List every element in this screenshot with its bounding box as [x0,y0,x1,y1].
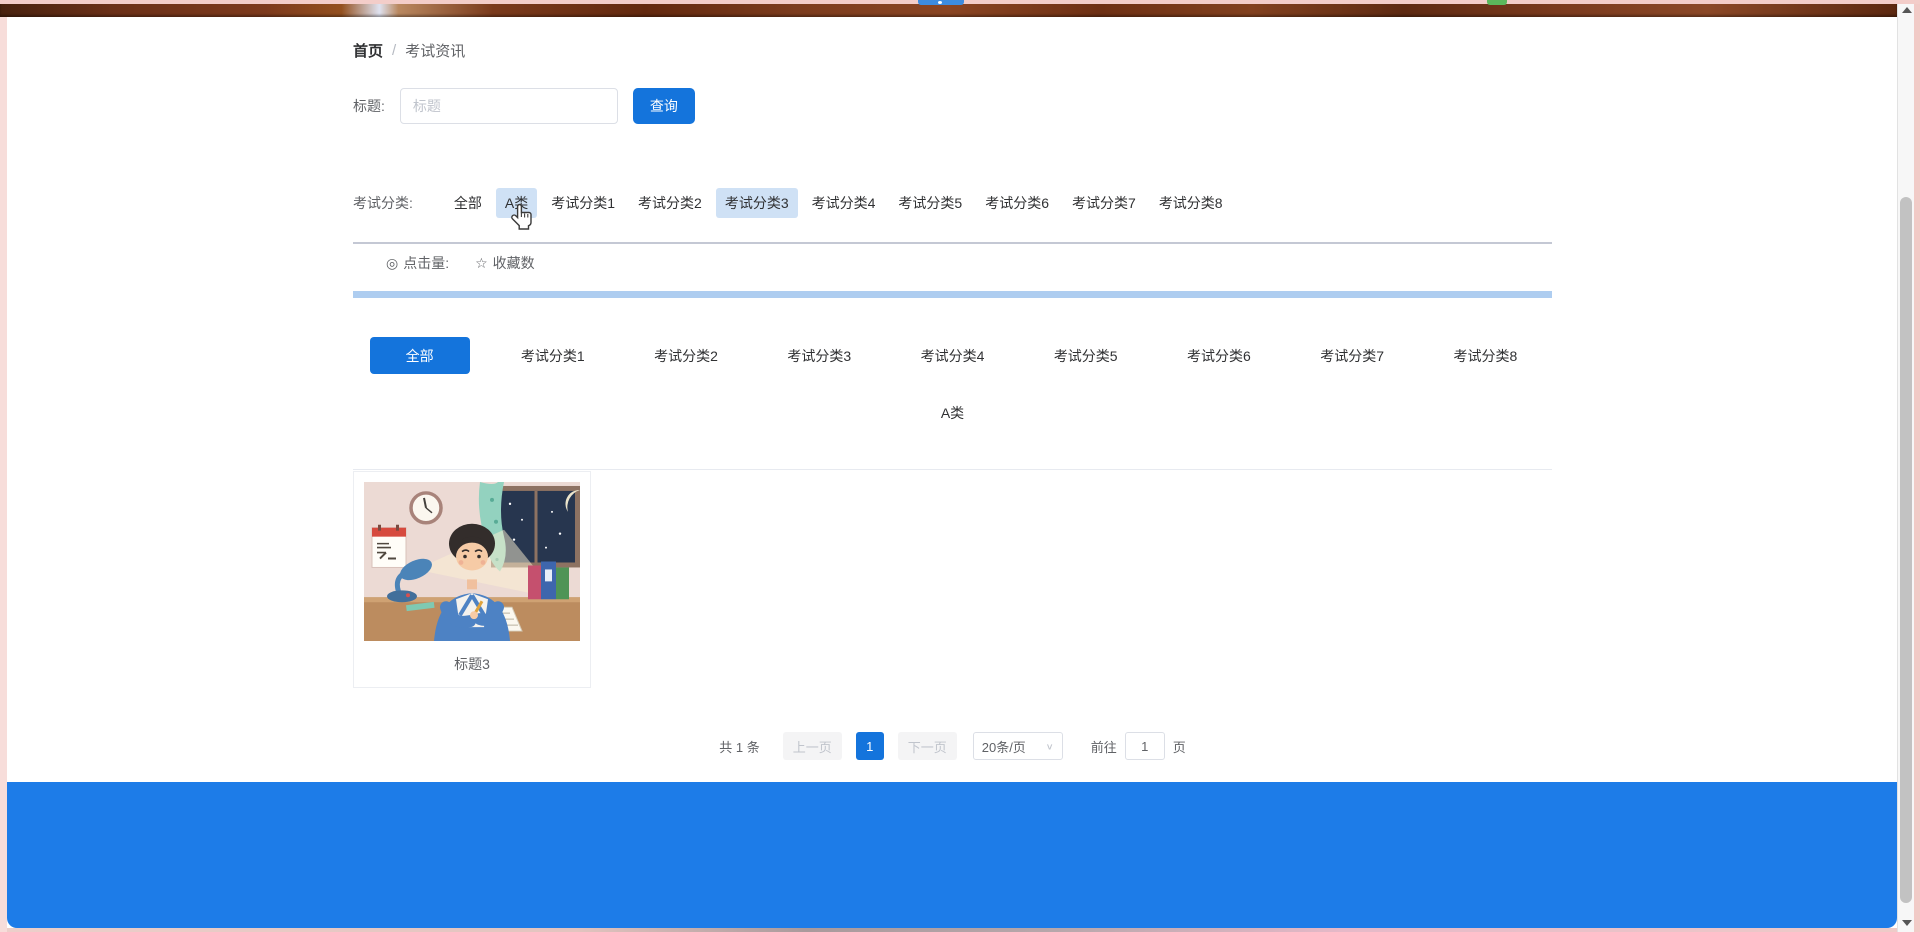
breadcrumb: 首页 / 考试资讯 [353,40,465,61]
sort-clicks-label: 点击量: [403,253,449,273]
chevron-down-icon: ∨ [1046,741,1054,751]
category-item-6[interactable]: 考试分类6 [976,188,1058,218]
divider-line [353,242,1552,244]
scrollbar-thumb[interactable] [1900,197,1912,903]
tab-category-8[interactable]: 考试分类8 [1453,346,1517,366]
bottom-edge-strip [0,928,1920,932]
card-title: 标题3 [364,654,580,674]
tab-category-2[interactable]: 考试分类2 [654,346,718,366]
page-jumper: 前往 页 [1091,732,1186,760]
top-blue-fragment [918,0,964,5]
tab-category-4[interactable]: 考试分类4 [921,346,985,366]
right-edge-strip [1914,0,1920,932]
category-tabs: 全部 考试分类1 考试分类2 考试分类3 考试分类4 考试分类5 考试分类6 考… [353,337,1552,374]
left-edge-strip [0,17,7,932]
page-size-value: 20条/页 [982,737,1026,756]
result-list: 标题3 [353,469,1552,470]
blue-divider-bar [353,291,1552,298]
sort-by-favorites[interactable]: ☆ 收藏数 [475,253,535,273]
page-number-1[interactable]: 1 [856,732,884,760]
sort-bar: ◎ 点击量: ☆ 收藏数 [386,253,535,273]
sub-tab-row: A类 [353,403,1552,423]
cursor-pointer-icon [510,203,534,236]
top-blue-fragment-dot [938,1,942,4]
jumper-prefix-label: 前往 [1091,737,1117,756]
tab-category-5[interactable]: 考试分类5 [1054,346,1118,366]
article-card[interactable]: 标题3 [353,471,591,688]
sort-by-clicks[interactable]: ◎ 点击量: [386,253,449,273]
view-count-icon: ◎ [386,255,398,272]
category-item-4[interactable]: 考试分类4 [803,188,885,218]
pagination: 共 1 条 上一页 1 下一页 20条/页 ∨ 前往 页 [353,732,1552,760]
tab-all[interactable]: 全部 [370,337,470,374]
tab-category-6[interactable]: 考试分类6 [1187,346,1251,366]
breadcrumb-separator: / [392,42,396,59]
category-item-2[interactable]: 考试分类2 [629,188,711,218]
scrollbar-up-arrow-icon[interactable] [1902,7,1912,13]
jumper-suffix-label: 页 [1173,737,1186,756]
prev-page-button[interactable]: 上一页 [783,732,842,760]
wood-texture-top-bar [0,3,1897,17]
tab-category-7[interactable]: 考试分类7 [1320,346,1384,366]
pagination-total: 共 1 条 [719,737,759,756]
jump-page-input[interactable] [1125,732,1165,760]
category-item-1[interactable]: 考试分类1 [542,188,624,218]
tab-category-1[interactable]: 考试分类1 [521,346,585,366]
query-button[interactable]: 查询 [633,88,695,124]
breadcrumb-home-link[interactable]: 首页 [353,40,383,61]
category-item-7[interactable]: 考试分类7 [1063,188,1145,218]
vertical-scrollbar[interactable] [1897,0,1914,932]
title-search-form: 标题: 查询 [353,88,695,124]
category-item-3[interactable]: 考试分类3 [716,188,798,218]
footer-banner [7,782,1897,928]
category-item-all[interactable]: 全部 [445,188,491,218]
sub-tab-a[interactable]: A类 [941,405,964,421]
next-page-button[interactable]: 下一页 [898,732,957,760]
star-icon: ☆ [475,255,488,272]
category-item-5[interactable]: 考试分类5 [889,188,971,218]
page-size-select[interactable]: 20条/页 ∨ [973,732,1063,760]
card-illustration [364,482,580,641]
breadcrumb-current: 考试资讯 [405,40,465,61]
scrollbar-down-arrow-icon[interactable] [1902,920,1912,926]
tab-category-3[interactable]: 考试分类3 [787,346,851,366]
title-field-label: 标题: [353,96,385,116]
category-filter-label: 考试分类: [353,193,413,213]
top-green-fragment [1487,0,1507,5]
category-item-8[interactable]: 考试分类8 [1150,188,1232,218]
sort-favorites-label: 收藏数 [493,253,535,273]
title-search-input[interactable] [400,88,618,124]
